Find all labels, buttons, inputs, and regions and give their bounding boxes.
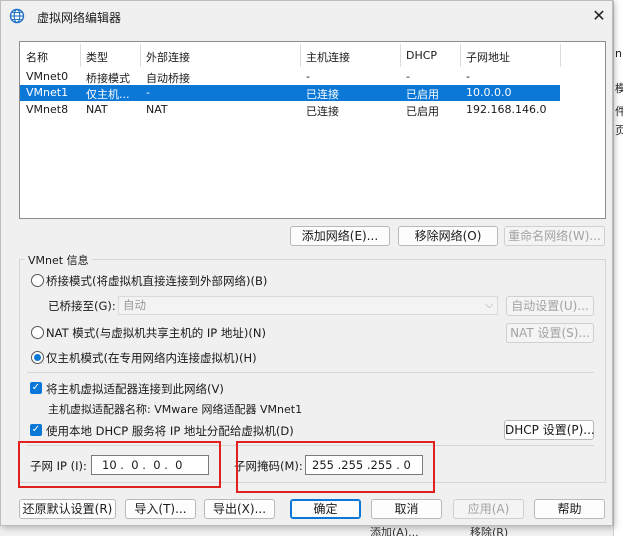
background-char: 模 — [615, 80, 623, 96]
export-button[interactable]: 导出(X)... — [204, 499, 275, 519]
remove-network-button[interactable]: 移除网络(O) — [398, 226, 498, 246]
cell-dhcp: 已启用 — [406, 105, 439, 118]
column-header-type[interactable]: 类型 — [86, 49, 108, 65]
auto-settings-button[interactable]: 自动设置(U)... — [506, 296, 594, 316]
window-title: 虚拟网络编辑器 — [37, 11, 122, 25]
cell-host: 已连接 — [306, 88, 339, 101]
cell-external: NAT — [146, 103, 168, 116]
cell-type: 仅主机... — [86, 88, 130, 101]
column-separator — [300, 44, 301, 67]
cell-type: 桥接模式 — [86, 72, 130, 85]
cell-dhcp: - — [406, 70, 410, 83]
dhcp-label[interactable]: 使用本地 DHCP 服务将 IP 地址分配给虚拟机(D) — [46, 423, 294, 439]
background-char: n — [615, 47, 622, 60]
network-table[interactable]: 名称 类型 外部连接 主机连接 DHCP 子网地址 VMnet0 桥接模式 自动… — [19, 41, 606, 219]
cell-type: NAT — [86, 103, 108, 116]
column-separator — [80, 44, 81, 67]
bridged-to-value: 自动 — [123, 298, 146, 312]
column-separator — [460, 44, 461, 67]
connect-adapter-label[interactable]: 将主机虚拟适配器连接到此网络(V) — [46, 381, 224, 397]
background-window-bottom: 添加(A)... 移除(R) — [0, 526, 613, 536]
background-char: 件 — [615, 103, 623, 119]
host-only-mode-label[interactable]: 仅主机模式(在专用网络内连接虚拟机)(H) — [46, 350, 257, 366]
background-window-edge: n 模 件 页 — [613, 0, 623, 536]
bridged-to-select[interactable]: 自动 ⌵ — [118, 296, 498, 315]
cell-subnet: - — [466, 70, 470, 83]
bridged-mode-label[interactable]: 桥接模式(将虚拟机直接连接到外部网络)(B) — [46, 273, 267, 289]
cancel-button[interactable]: 取消 — [371, 499, 442, 519]
cell-name: VMnet8 — [26, 103, 69, 116]
table-row[interactable]: VMnet8 NAT NAT 已连接 已启用 192.168.146.0 — [20, 102, 560, 118]
bridged-mode-radio[interactable] — [31, 274, 44, 287]
nat-settings-button[interactable]: NAT 设置(S)... — [506, 323, 594, 343]
annotation-highlight-box — [236, 441, 435, 493]
background-char: 页 — [615, 122, 623, 138]
table-header: 名称 类型 外部连接 主机连接 DHCP 子网地址 — [20, 48, 560, 64]
table-row[interactable]: VMnet0 桥接模式 自动桥接 - - - — [20, 69, 560, 85]
column-header-subnet[interactable]: 子网地址 — [466, 49, 510, 65]
divider — [27, 372, 594, 373]
vmnet-info-title: VMnet 信息 — [25, 252, 92, 268]
column-header-dhcp[interactable]: DHCP — [406, 49, 437, 62]
globe-icon — [9, 8, 25, 24]
virtual-network-editor-dialog: 虚拟网络编辑器 ✕ 名称 类型 外部连接 主机连接 DHCP 子网地址 VMne… — [0, 0, 613, 526]
cell-name: VMnet0 — [26, 70, 69, 83]
ok-button[interactable]: 确定 — [290, 499, 361, 519]
cell-subnet: 192.168.146.0 — [466, 103, 547, 116]
cell-external: 自动桥接 — [146, 72, 190, 85]
nat-mode-radio[interactable] — [31, 326, 44, 339]
apply-button[interactable]: 应用(A) — [453, 499, 524, 519]
column-separator — [140, 44, 141, 67]
column-separator — [560, 44, 561, 67]
cell-dhcp: 已启用 — [406, 88, 439, 101]
bridged-to-label: 已桥接至(G): — [48, 299, 116, 313]
help-button[interactable]: 帮助 — [534, 499, 605, 519]
column-header-external[interactable]: 外部连接 — [146, 49, 190, 65]
add-network-button[interactable]: 添加网络(E)... — [290, 226, 390, 246]
cell-host: - — [306, 70, 310, 83]
column-header-host[interactable]: 主机连接 — [306, 49, 350, 65]
chevron-down-icon: ⌵ — [485, 300, 493, 311]
close-button[interactable]: ✕ — [586, 5, 612, 27]
nat-mode-label[interactable]: NAT 模式(与虚拟机共享主机的 IP 地址)(N) — [46, 325, 266, 341]
cell-external: - — [146, 86, 150, 99]
rename-network-button[interactable]: 重命名网络(W)... — [504, 226, 605, 246]
close-icon: ✕ — [592, 6, 606, 25]
connect-adapter-checkbox[interactable]: ✓ — [30, 382, 42, 394]
table-row-selected[interactable]: VMnet1 仅主机... - 已连接 已启用 10.0.0.0 — [20, 85, 560, 101]
dhcp-settings-button[interactable]: DHCP 设置(P)... — [504, 420, 595, 440]
background-text: 添加(A)... — [370, 526, 419, 536]
annotation-highlight-box — [18, 441, 221, 488]
host-only-mode-radio[interactable] — [31, 351, 44, 364]
title-bar[interactable]: 虚拟网络编辑器 ✕ — [1, 1, 612, 31]
import-button[interactable]: 导入(T)... — [125, 499, 196, 519]
adapter-name-text: 主机虚拟适配器名称: VMware 网络适配器 VMnet1 — [48, 403, 303, 416]
cell-host: 已连接 — [306, 105, 339, 118]
background-text: 移除(R) — [470, 526, 509, 536]
column-separator — [400, 44, 401, 67]
cell-subnet: 10.0.0.0 — [466, 86, 512, 99]
restore-defaults-button[interactable]: 还原默认设置(R) — [19, 499, 116, 519]
cell-name: VMnet1 — [26, 86, 69, 99]
dhcp-checkbox[interactable]: ✓ — [30, 424, 42, 436]
column-header-name[interactable]: 名称 — [26, 49, 48, 65]
